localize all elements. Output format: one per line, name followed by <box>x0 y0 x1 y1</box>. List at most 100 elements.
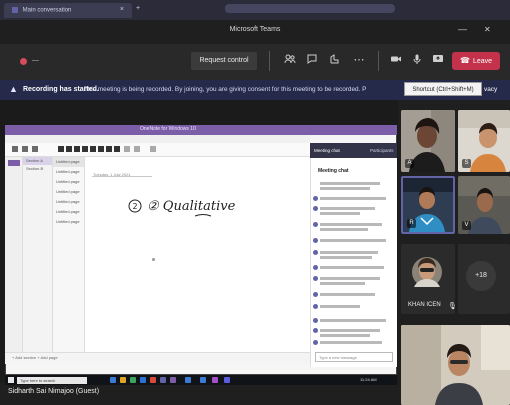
chat-message <box>320 182 380 185</box>
avatar <box>313 196 318 201</box>
onenote-section-pane: Section A Section B <box>23 157 53 352</box>
pen-icon <box>106 146 112 152</box>
mic-icon: 🎙 <box>448 303 457 310</box>
request-control-button[interactable]: Request control <box>191 52 257 70</box>
avatar <box>313 250 318 255</box>
chat-message <box>320 207 375 210</box>
avatar <box>313 238 318 243</box>
participant-video-tile[interactable]: V <box>458 176 510 234</box>
onenote-canvas[interactable] <box>85 157 310 352</box>
address-bar[interactable] <box>225 4 395 13</box>
windows-start-icon <box>8 377 14 383</box>
chat-message <box>320 228 368 231</box>
participants-tab-label[interactable]: Participants <box>370 148 394 153</box>
onenote-title-bar <box>5 125 397 135</box>
ribbon-button <box>12 146 18 152</box>
notebook-icon[interactable] <box>8 160 20 166</box>
chat-message <box>320 277 380 280</box>
ribbon-button <box>150 146 156 152</box>
toolbar-divider <box>378 51 379 71</box>
banner-message: This meeting is being recorded. By joini… <box>84 86 367 93</box>
ink-dot <box>152 258 155 261</box>
ribbon-button <box>134 146 140 152</box>
ribbon-button <box>22 146 28 152</box>
page-item[interactable]: Untitled page <box>53 187 84 197</box>
chat-input-placeholder: Type a new message <box>319 355 357 360</box>
onenote-page-pane: Untitled page Untitled page Untitled pag… <box>53 157 85 352</box>
participant-initial: A <box>405 159 414 168</box>
page-item[interactable]: Untitled page <box>53 207 84 217</box>
chat-message <box>320 256 372 259</box>
app-icon <box>150 377 156 383</box>
participant-initial: V <box>462 221 471 230</box>
participant-video-tile-active-speaker[interactable]: R <box>401 176 455 234</box>
page-item[interactable]: Untitled page <box>53 157 84 167</box>
reactions-icon[interactable] <box>327 53 341 67</box>
participant-video-tile[interactable]: A <box>401 110 455 172</box>
shortcut-tooltip: Shortcut (Ctrl+Shift+M) <box>404 82 482 96</box>
page-item[interactable]: Untitled page <box>53 217 84 227</box>
app-icon <box>130 377 136 383</box>
chat-message <box>320 251 378 254</box>
teams-icon <box>12 7 18 13</box>
mic-icon[interactable] <box>410 53 424 67</box>
section-item[interactable]: Section A <box>23 157 52 165</box>
page-item[interactable]: Untitled page <box>53 197 84 207</box>
chat-tab-label[interactable]: Meeting chat <box>314 148 340 153</box>
banner-privacy-link[interactable]: vacy <box>484 86 497 93</box>
chat-heading: Meeting chat <box>318 168 349 174</box>
new-tab-button[interactable]: + <box>136 5 140 12</box>
more-participants-count[interactable]: +18 <box>466 261 496 291</box>
close-window-button[interactable]: ✕ <box>484 25 491 34</box>
self-video-tile[interactable] <box>401 325 510 405</box>
chat-message <box>320 293 375 296</box>
chat-icon[interactable] <box>305 53 319 67</box>
browser-tab[interactable]: Main conversation × <box>4 3 132 18</box>
chat-message <box>320 212 360 215</box>
chat-message <box>320 266 384 269</box>
camera-icon[interactable] <box>389 53 403 67</box>
edge-icon <box>140 377 146 383</box>
pen-icon <box>98 146 104 152</box>
app-icon <box>185 377 191 383</box>
chat-message <box>320 187 370 190</box>
people-icon[interactable] <box>283 53 297 67</box>
pen-icon <box>90 146 96 152</box>
page-item[interactable]: Untitled page <box>53 167 84 177</box>
avatar <box>313 304 318 309</box>
participant-initial: S <box>462 159 471 168</box>
page-item[interactable]: Untitled page <box>53 177 84 187</box>
taskbar-search: Type here to search <box>17 377 87 384</box>
svg-text:2: 2 <box>132 202 137 211</box>
ribbon-button <box>32 146 38 152</box>
chat-message <box>320 341 382 344</box>
avatar <box>313 318 318 323</box>
more-icon[interactable]: ⋯ <box>352 53 366 67</box>
ribbon-button <box>124 146 130 152</box>
meeting-timer: — <box>32 57 39 64</box>
onenote-icon <box>170 377 176 383</box>
folder-icon <box>120 377 126 383</box>
teams-icon <box>160 377 166 383</box>
onenote-notebook-pane <box>5 157 23 352</box>
leave-button[interactable]: ☎ Leave <box>452 52 500 70</box>
share-screen-icon[interactable] <box>431 53 445 67</box>
app-icon <box>110 377 116 383</box>
handwritten-ink: 2 ② Qualitative Labs <box>125 190 271 235</box>
onenote-title: OneNote for Windows 10 <box>140 126 196 132</box>
toolbar-divider <box>269 51 270 71</box>
participant-video-tile[interactable]: S <box>458 110 510 172</box>
avatar <box>313 222 318 227</box>
chat-message <box>320 197 386 200</box>
avatar <box>313 276 318 281</box>
minimize-button[interactable]: — <box>458 24 467 34</box>
taskbar-clock: 11:24 AM <box>360 377 377 382</box>
window-title: Microsoft Teams <box>229 26 281 33</box>
warning-icon: ▲ <box>9 84 18 94</box>
chat-message <box>320 329 380 332</box>
page-title-line <box>92 176 152 177</box>
tab-close-icon[interactable]: × <box>120 6 124 13</box>
chat-message <box>320 334 370 337</box>
section-item[interactable]: Section B <box>23 165 52 173</box>
chat-message <box>320 282 365 285</box>
